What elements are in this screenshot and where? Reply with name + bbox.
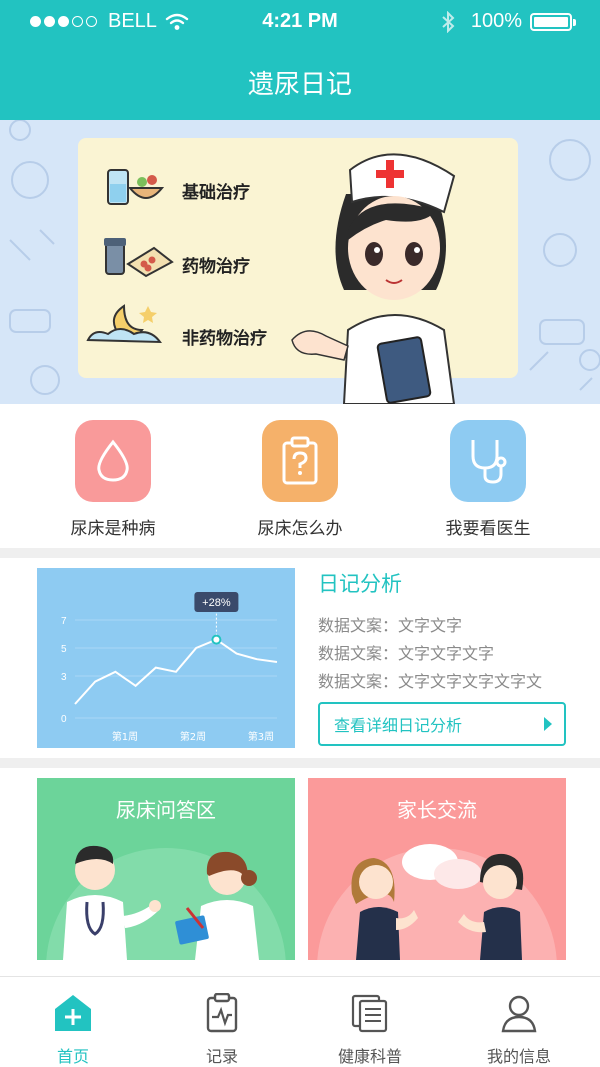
annotation-label: +28%	[202, 597, 231, 609]
view-analysis-button-label: 查看详细日记分析	[334, 716, 463, 735]
tab-health-label: 健康科普	[337, 1047, 402, 1066]
quick-disease-label: 尿床是种病	[70, 519, 156, 539]
header: BELL 4:21 PM 100% 遗尿日记	[0, 0, 600, 120]
play-arrow-icon	[544, 717, 552, 731]
tab-bar: 首页 记录 健康科普 我的信息	[0, 976, 600, 1067]
analysis-line: 数据文案：文字文字文字文字文	[318, 672, 543, 691]
analysis-title: 日记分析	[318, 572, 402, 596]
x-tick-label: 第3周	[248, 730, 274, 743]
x-tick-label: 第2周	[180, 730, 206, 743]
tab-records-label: 记录	[205, 1047, 238, 1066]
peak-point	[211, 634, 222, 645]
parents-card-title: 家长交流	[397, 798, 477, 822]
moon-cloud-icon	[86, 304, 162, 344]
quick-howto-label: 尿床怎么办	[257, 519, 343, 539]
qa-card[interactable]: 尿床问答区	[37, 778, 295, 960]
analysis-line: 数据文案：文字文字	[318, 616, 463, 635]
tab-profile[interactable]: 我的信息	[459, 993, 579, 1067]
tab-home-label: 首页	[56, 1047, 89, 1066]
series-line	[74, 638, 278, 705]
divider	[0, 758, 600, 768]
battery-percent: 100%	[470, 10, 522, 32]
quick-doctor-label: 我要看医生	[445, 519, 531, 539]
chart-svg: 7 5 3 0 第1周 第2周 第3周 +28%	[61, 592, 278, 743]
drop-icon	[75, 420, 151, 502]
bluetooth-icon	[442, 10, 455, 33]
parents-card[interactable]: 家长交流	[308, 778, 566, 960]
clipboard-question-icon	[262, 420, 338, 502]
water-bowl-icon	[107, 169, 164, 205]
tab-records[interactable]: 记录	[162, 992, 282, 1067]
diary-analysis: 7 5 3 0 第1周 第2周 第3周 +28% 日记分析 数据文案：文字文字 数据文案：文字…	[0, 558, 600, 758]
quick-entries: 尿床是种病 尿床怎么办 我要看医生	[0, 404, 600, 548]
medicine-icon	[104, 238, 174, 278]
quick-howto[interactable]: 尿床怎么办	[220, 420, 380, 539]
status-bar: BELL 4:21 PM 100%	[0, 8, 600, 36]
treatment-basic: 基础治疗	[182, 183, 250, 203]
analysis-line: 数据文案：文字文字文字	[318, 644, 495, 663]
treatment-non-medicine: 非药物治疗	[182, 329, 267, 349]
treatment-medicine: 药物治疗	[182, 257, 250, 277]
quick-doctor[interactable]: 我要看医生	[408, 420, 568, 539]
y-tick-label: 7	[61, 616, 67, 627]
analysis-chart[interactable]: 7 5 3 0 第1周 第2周 第3周 +28%	[37, 568, 295, 748]
divider	[0, 548, 600, 558]
tab-health[interactable]: 健康科普	[310, 993, 430, 1067]
y-tick-label: 0	[61, 714, 67, 725]
view-analysis-button[interactable]: 查看详细日记分析	[318, 702, 566, 746]
tab-profile-label: 我的信息	[486, 1047, 551, 1066]
battery-icon	[530, 12, 576, 31]
quick-disease[interactable]: 尿床是种病	[33, 420, 193, 539]
banner[interactable]: 基础治疗 药物治疗 非药物治疗	[0, 120, 600, 404]
user-icon	[501, 995, 537, 1033]
nurse-illustration	[291, 153, 456, 404]
qa-card-title: 尿床问答区	[116, 798, 216, 822]
page-title: 遗尿日记	[247, 70, 352, 100]
y-tick-label: 3	[61, 672, 67, 683]
x-tick-label: 第1周	[112, 730, 138, 743]
y-tick-label: 5	[61, 644, 67, 655]
stethoscope-icon	[450, 420, 526, 502]
document-icon	[351, 994, 388, 1033]
tab-home[interactable]: 首页	[13, 993, 133, 1067]
cards-section: 尿床问答区 家长交流	[0, 768, 600, 968]
clipboard-icon	[206, 992, 238, 1033]
home-icon	[55, 995, 91, 1031]
